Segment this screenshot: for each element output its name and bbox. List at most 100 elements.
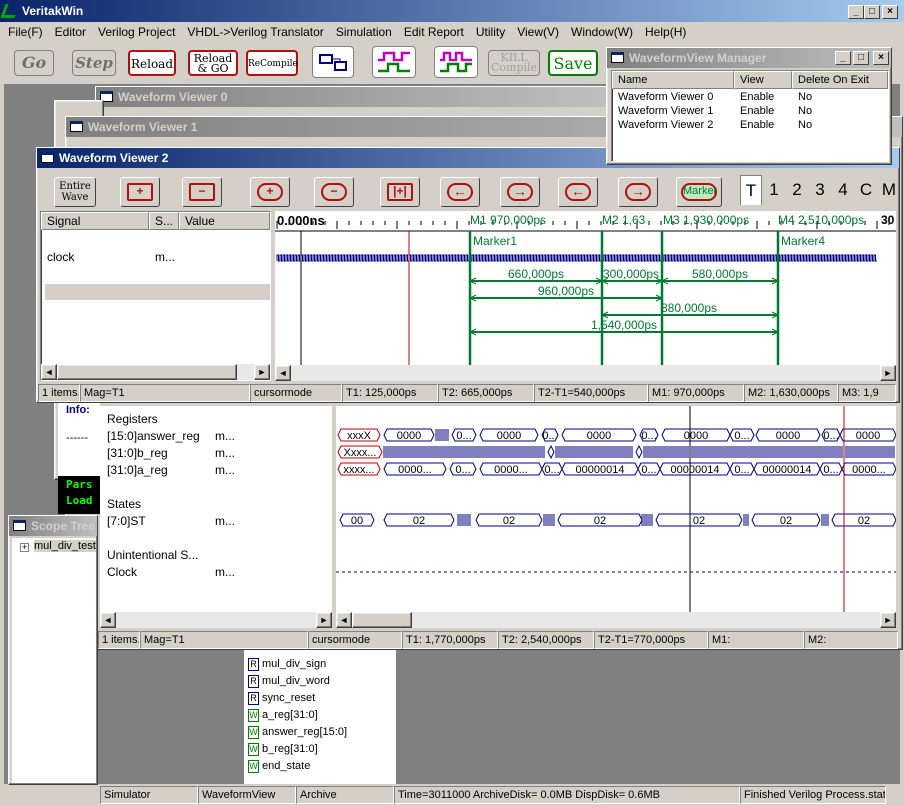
expand-icon[interactable]: + xyxy=(20,543,29,552)
zoom-out-button[interactable]: − xyxy=(314,177,354,207)
mgr-cell-1-0[interactable]: Waveform Viewer 1 xyxy=(618,105,713,117)
scope-item-4[interactable]: Wanswer_reg[15:0] xyxy=(248,726,347,739)
recompile-button[interactable]: ReCompile xyxy=(246,50,298,76)
menu-item-2[interactable]: Verilog Project xyxy=(92,22,181,42)
waveformview-manager[interactable]: WaveformView Manager _ □ × Name View Del… xyxy=(606,47,892,165)
marker-button[interactable]: Marker xyxy=(676,177,722,207)
viewer2-tab-3[interactable]: 3 xyxy=(809,175,831,205)
zoom-in-box-button[interactable]: + xyxy=(120,177,160,207)
go-button[interactable]: Go xyxy=(14,50,54,76)
menu-item-8[interactable]: Window(W) xyxy=(565,22,639,42)
menu-item-6[interactable]: Utility xyxy=(470,22,511,42)
menu-item-5[interactable]: Edit Report xyxy=(398,22,470,42)
menu-item-4[interactable]: Simulation xyxy=(330,22,398,42)
viewer1-wave-hscroll[interactable]: ◄ ► xyxy=(336,612,896,628)
scope-item-5[interactable]: Wb_reg[31:0] xyxy=(248,743,318,756)
mgr-cell-0-1[interactable]: Enable xyxy=(740,91,774,103)
v2-wave-hscroll[interactable]: ◄ ► xyxy=(275,365,896,381)
manager-maximize-button[interactable]: □ xyxy=(853,51,869,65)
v2-wave-scroll-right-arrow[interactable]: ► xyxy=(880,365,896,381)
viewer2-tab-1[interactable]: 1 xyxy=(763,175,785,205)
console-panel: Info: ------ Pars Load xyxy=(58,402,100,514)
viewer1-list-hscroll[interactable]: ◄ ► xyxy=(100,612,332,628)
v2-scroll-right-arrow[interactable]: ► xyxy=(254,364,270,380)
v2-selected-row[interactable] xyxy=(45,284,270,300)
prev-edge-button[interactable]: ← xyxy=(440,177,480,207)
menu-item-3[interactable]: VHDL->Verilog Translator xyxy=(181,22,329,42)
mgr-cell-1-2[interactable]: No xyxy=(798,105,812,117)
zoom-out-box-button[interactable]: − xyxy=(182,177,222,207)
scroll-left-arrow[interactable]: ◄ xyxy=(100,612,116,628)
viewer2-tab-2[interactable]: 2 xyxy=(786,175,808,205)
mgr-cell-2-2[interactable]: No xyxy=(798,119,812,131)
manager-minimize-button[interactable]: _ xyxy=(835,51,851,65)
scope-item-1[interactable]: Rmul_div_word xyxy=(248,675,330,688)
waveform-button-2[interactable] xyxy=(434,46,478,78)
signal-b-reg[interactable]: [31:0]b_reg xyxy=(107,446,168,460)
wave-scroll-right-arrow[interactable]: ► xyxy=(880,612,896,628)
mgr-cell-0-0[interactable]: Waveform Viewer 0 xyxy=(618,91,713,103)
hierarchy-button[interactable] xyxy=(312,46,354,78)
scope-item-2[interactable]: Rsync_reset xyxy=(248,692,315,705)
viewer1-wave-area[interactable]: xxxX 0000 0... 0000 0... 0000 0... 0000 0... 0000… xyxy=(336,406,896,612)
scope-tree-window[interactable]: Scope Tree + mul_div_test xyxy=(8,515,98,785)
next-marker-button[interactable]: → xyxy=(618,177,658,207)
v2-scroll-left-arrow[interactable]: ◄ xyxy=(41,364,57,380)
v2-scroll-thumb[interactable] xyxy=(57,364,237,380)
waveform-button-1[interactable] xyxy=(372,46,416,78)
mgr-col-name[interactable]: Name xyxy=(612,71,734,89)
v2-list-hscroll[interactable]: ◄ ► xyxy=(41,364,270,380)
scope-root-item[interactable]: mul_div_test xyxy=(34,540,96,552)
col-signal-header[interactable]: Signal xyxy=(41,212,149,230)
reload-button[interactable]: Reload xyxy=(128,50,176,76)
menu-item-9[interactable]: Help(H) xyxy=(639,22,692,42)
menu-item-7[interactable]: View(V) xyxy=(511,22,565,42)
viewer2-tab-0[interactable]: T xyxy=(740,175,762,205)
wave-scroll-thumb[interactable] xyxy=(352,612,412,628)
zoom-in-button[interactable]: + xyxy=(250,177,290,207)
viewer2-signal-pane[interactable]: Signal S... Value clock m... ◄ ► xyxy=(40,211,271,381)
col-value-header[interactable]: Value xyxy=(179,212,270,230)
mgr-cell-2-0[interactable]: Waveform Viewer 2 xyxy=(618,119,713,131)
mgr-col-delete[interactable]: Delete On Exit xyxy=(792,71,888,89)
manager-close-button[interactable]: × xyxy=(873,51,889,65)
mgr-cell-0-2[interactable]: No xyxy=(798,91,812,103)
step-button[interactable]: Step xyxy=(72,50,116,76)
viewer1-signal-list[interactable]: Registers [15:0]answer_reg m... [31:0]b_… xyxy=(100,406,332,612)
bus-value: 0000 xyxy=(587,430,611,442)
signal-st[interactable]: [7:0]ST xyxy=(107,514,146,528)
v2-wave-scroll-left-arrow[interactable]: ◄ xyxy=(275,365,291,381)
scope-item-0[interactable]: Rmul_div_sign xyxy=(248,658,326,671)
menu-item-1[interactable]: Editor xyxy=(49,22,92,42)
mgr-col-view[interactable]: View xyxy=(734,71,792,89)
viewer2-wave-pane[interactable]: 0.000ns M1 970,000ps M2 1,63 M3 1,930,000ps… xyxy=(275,211,896,365)
scroll-right-arrow[interactable]: ► xyxy=(316,612,332,628)
menu-item-0[interactable]: File(F) xyxy=(2,22,49,42)
viewer2-tab-6[interactable]: M xyxy=(878,175,900,205)
scope-tree-panel[interactable]: + mul_div_test xyxy=(12,538,96,783)
wave-scroll-left-arrow[interactable]: ◄ xyxy=(336,612,352,628)
viewer2-tab-5[interactable]: C xyxy=(855,175,877,205)
scope-item-6[interactable]: Wend_state xyxy=(248,760,310,773)
entire-wave-button[interactable]: Entire Wave xyxy=(54,177,96,207)
signal-clock[interactable]: Clock xyxy=(107,565,137,579)
signal-st-s: m... xyxy=(215,514,235,528)
mgr-cell-1-1[interactable]: Enable xyxy=(740,105,774,117)
manager-list[interactable]: Name View Delete On Exit Waveform Viewer… xyxy=(611,70,889,162)
viewer2-tab-4[interactable]: 4 xyxy=(832,175,854,205)
zoom-cursor-button[interactable]: |+| xyxy=(380,177,420,207)
prev-marker-button[interactable]: ← xyxy=(558,177,598,207)
scope-item-3[interactable]: Wa_reg[31:0] xyxy=(248,709,318,722)
save-button[interactable]: Save xyxy=(548,50,598,76)
kill-compile-button[interactable]: KILL Compile xyxy=(488,50,540,76)
v2-signal-clock[interactable]: clock xyxy=(47,250,74,264)
reload-go-button[interactable]: Reload & GO xyxy=(188,50,238,76)
signal-answer-reg[interactable]: [15:0]answer_reg xyxy=(107,429,200,443)
main-minimize-button[interactable]: _ xyxy=(848,5,864,19)
signal-a-reg[interactable]: [31:0]a_reg xyxy=(107,463,168,477)
main-close-button[interactable]: × xyxy=(882,5,898,19)
next-edge-button[interactable]: → xyxy=(500,177,540,207)
mgr-cell-2-1[interactable]: Enable xyxy=(740,119,774,131)
col-s-header[interactable]: S... xyxy=(149,212,179,230)
main-maximize-button[interactable]: □ xyxy=(864,5,880,19)
